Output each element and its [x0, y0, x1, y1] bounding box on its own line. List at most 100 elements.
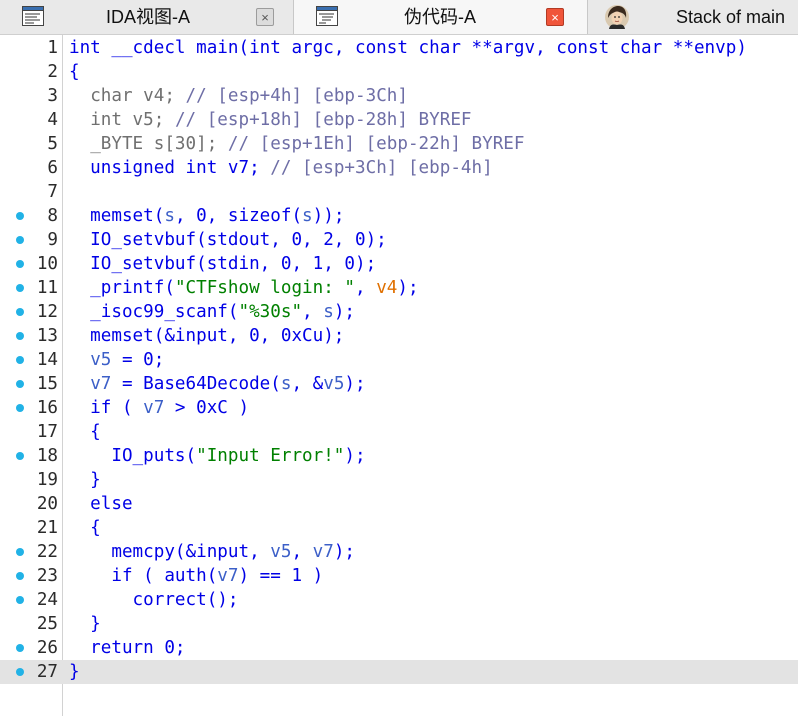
code-text: v7 = Base64Decode(s, &v5); — [69, 372, 366, 396]
tab-label: Stack of main — [676, 7, 786, 27]
code-line[interactable]: 9 IO_setvbuf(stdout, 0, 2, 0); — [0, 228, 798, 252]
code-text: if ( v7 > 0xC ) — [69, 396, 249, 420]
pseudocode-editor[interactable]: 1 int __cdecl main(int argc, const char *… — [0, 35, 798, 716]
close-tab-button[interactable]: × — [256, 8, 274, 26]
line-number: 9 — [47, 230, 58, 250]
breakpoint-dot-icon[interactable] — [16, 572, 24, 580]
breakpoint-dot-icon[interactable] — [16, 236, 24, 244]
code-line[interactable]: 11 _printf("CTFshow login: ", v4); — [0, 276, 798, 300]
code-line[interactable]: 21 { — [0, 516, 798, 540]
tab-label: 伪代码-A — [404, 7, 476, 27]
code-token: "Input Error!" — [196, 446, 345, 466]
code-text: char v4; // [esp+4h] [ebp-3Ch] — [69, 84, 408, 108]
code-token: v7 — [217, 566, 239, 586]
code-line[interactable]: 3 char v4; // [esp+4h] [ebp-3Ch] — [0, 84, 798, 108]
breakpoint-dot-icon[interactable] — [16, 548, 24, 556]
code-line[interactable]: 19 } — [0, 468, 798, 492]
code-token: ); — [344, 374, 366, 394]
code-token: // [esp+1Eh] [ebp-22h] BYREF — [227, 134, 525, 154]
code-line[interactable]: 22 memcpy(&input, v5, v7); — [0, 540, 798, 564]
code-token: , 0, sizeof( — [174, 206, 303, 226]
code-token: = Base64Decode( — [111, 374, 281, 394]
breakpoint-dot-icon[interactable] — [16, 260, 24, 268]
breakpoint-dot-icon[interactable] — [16, 380, 24, 388]
code-token: v4 — [376, 278, 398, 298]
code-line[interactable]: 20 else — [0, 492, 798, 516]
code-line[interactable]: 1 int __cdecl main(int argc, const char *… — [0, 36, 798, 60]
code-text: { — [69, 420, 101, 444]
code-text: } — [69, 660, 80, 684]
code-token: s — [323, 302, 334, 322]
code-line[interactable]: 6 unsigned int v7; // [esp+3Ch] [ebp-4h] — [0, 156, 798, 180]
line-number: 26 — [36, 638, 58, 658]
breakpoint-dot-icon[interactable] — [16, 356, 24, 364]
code-token: _printf( — [69, 278, 175, 298]
code-token: memset( — [69, 206, 165, 226]
code-line[interactable]: 14 v5 = 0; — [0, 348, 798, 372]
code-line[interactable]: 24 correct(); — [0, 588, 798, 612]
close-tab-button[interactable]: × — [546, 8, 564, 26]
code-line[interactable]: 27} — [0, 660, 798, 684]
tab-stack-of-main[interactable]: Stack of main — [588, 0, 798, 34]
line-number: 10 — [36, 254, 58, 274]
code-line[interactable]: 15 v7 = Base64Decode(s, &v5); — [0, 372, 798, 396]
breakpoint-dot-icon[interactable] — [16, 284, 24, 292]
code-line[interactable]: 17 { — [0, 420, 798, 444]
tab-pseudocode[interactable]: 伪代码-A × — [294, 0, 588, 34]
code-token: int v5; — [90, 110, 175, 130]
code-token: } — [69, 470, 101, 490]
line-number: 23 — [36, 566, 58, 586]
line-number: 24 — [36, 590, 58, 610]
code-line[interactable]: 26 return 0; — [0, 636, 798, 660]
code-token: > 0xC ) — [164, 398, 250, 418]
line-number: 11 — [36, 278, 58, 298]
tab-ida-view[interactable]: IDA视图-A × — [0, 0, 294, 34]
breakpoint-dot-icon[interactable] — [16, 668, 24, 676]
line-number: 1 — [47, 38, 58, 58]
line-number: 27 — [36, 662, 58, 682]
code-token: memset(&input, 0, 0xCu); — [69, 326, 345, 346]
code-line[interactable]: 10 IO_setvbuf(stdin, 0, 1, 0); — [0, 252, 798, 276]
code-token: __cdecl main(int argc, const char **argv… — [100, 38, 747, 58]
code-text: IO_setvbuf(stdin, 0, 1, 0); — [69, 252, 376, 276]
breakpoint-dot-icon[interactable] — [16, 308, 24, 316]
code-token: memcpy(&input, — [69, 542, 271, 562]
code-line[interactable]: 23 if ( auth(v7) == 1 ) — [0, 564, 798, 588]
code-line[interactable]: 16 if ( v7 > 0xC ) — [0, 396, 798, 420]
code-token: { — [69, 518, 101, 538]
code-line[interactable]: 18 IO_puts("Input Error!"); — [0, 444, 798, 468]
code-line[interactable]: 5 _BYTE s[30]; // [esp+1Eh] [ebp-22h] BY… — [0, 132, 798, 156]
breakpoint-dot-icon[interactable] — [16, 644, 24, 652]
code-text: { — [69, 516, 101, 540]
breakpoint-dot-icon[interactable] — [16, 596, 24, 604]
breakpoint-dot-icon[interactable] — [16, 452, 24, 460]
code-text: correct(); — [69, 588, 239, 612]
code-text: v5 = 0; — [69, 348, 164, 372]
code-line[interactable]: 25 } — [0, 612, 798, 636]
code-line[interactable]: 13 memset(&input, 0, 0xCu); — [0, 324, 798, 348]
breakpoint-dot-icon[interactable] — [16, 212, 24, 220]
code-token: s — [164, 206, 175, 226]
code-token: ); — [397, 278, 419, 298]
portrait-icon — [605, 5, 629, 29]
disassembly-view-icon — [22, 6, 44, 26]
code-token: } — [69, 662, 80, 682]
code-token: IO_puts( — [69, 446, 197, 466]
line-number: 18 — [36, 446, 58, 466]
breakpoint-dot-icon[interactable] — [16, 404, 24, 412]
code-text: return 0; — [69, 636, 186, 660]
code-line[interactable]: 8 memset(s, 0, sizeof(s)); — [0, 204, 798, 228]
code-line[interactable]: 7 — [0, 180, 798, 204]
code-token: , — [291, 542, 313, 562]
code-token: return 0; — [69, 638, 186, 658]
code-token: "%30s" — [238, 302, 303, 322]
code-token: } — [69, 614, 101, 634]
code-text: int v5; // [esp+18h] [ebp-28h] BYREF — [69, 108, 471, 132]
code-text: } — [69, 468, 101, 492]
code-line[interactable]: 12 _isoc99_scanf("%30s", s); — [0, 300, 798, 324]
line-number: 19 — [36, 470, 58, 490]
code-text: memset(&input, 0, 0xCu); — [69, 324, 344, 348]
code-line[interactable]: 2{ — [0, 60, 798, 84]
code-line[interactable]: 4 int v5; // [esp+18h] [ebp-28h] BYREF — [0, 108, 798, 132]
breakpoint-dot-icon[interactable] — [16, 332, 24, 340]
